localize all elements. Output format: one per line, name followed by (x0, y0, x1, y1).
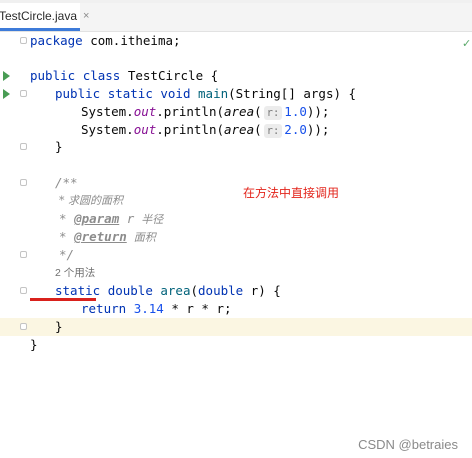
code-line-13: */ (0, 246, 472, 264)
code-line-10: * 求圆的面积 (59, 194, 123, 207)
watermark: CSDN @betraies (358, 437, 458, 452)
fold-marker-icon[interactable] (20, 179, 27, 186)
usages-hint[interactable]: 2 个用法 (55, 264, 95, 282)
parameter-hint: r: (263, 124, 283, 138)
code-line-9: /** (0, 174, 472, 192)
annotation-note: 在方法中直接调用 (243, 186, 340, 200)
code-line-6: System.out.println(area(r: 2.0)); (81, 122, 330, 138)
code-line-17: } (30, 337, 38, 352)
code-line-11: * @param r 半径 (59, 211, 164, 226)
code-line-7: } (0, 138, 472, 156)
inspection-ok-icon[interactable]: ✓ (462, 37, 471, 50)
code-editor[interactable]: package com.itheima; ✓ public class Test… (0, 32, 472, 458)
tab-testcircle-java[interactable]: TestCircle.java × (0, 3, 89, 31)
fold-marker-icon[interactable] (20, 37, 27, 44)
run-gutter-icon[interactable] (3, 71, 10, 81)
close-icon[interactable]: × (83, 10, 89, 22)
code-line-4: public static void main(String[] args) { (0, 85, 472, 103)
code-line-3: public class TestCircle { (0, 67, 472, 85)
editor-tab-bar: TestCircle.java × (0, 3, 472, 32)
code-line-1: package com.itheima; ✓ (0, 32, 472, 50)
fold-marker-icon[interactable] (20, 251, 27, 258)
tab-label: TestCircle.java (0, 8, 78, 23)
code-line-12: * @return 面积 (59, 229, 156, 244)
code-line-15: return 3.14 * r * r; (81, 301, 232, 316)
parameter-hint: r: (263, 106, 283, 120)
code-line-5: System.out.println(area(r: 1.0)); (81, 104, 330, 120)
usages-hint-line: 2 个用法 (0, 264, 472, 282)
fold-marker-icon[interactable] (20, 323, 27, 330)
fold-marker-icon[interactable] (20, 143, 27, 150)
run-gutter-icon[interactable] (3, 89, 10, 99)
code-line-16-current: } (0, 318, 472, 336)
red-underline-mark (30, 298, 96, 301)
fold-marker-icon[interactable] (20, 287, 27, 294)
fold-marker-icon[interactable] (20, 90, 27, 97)
